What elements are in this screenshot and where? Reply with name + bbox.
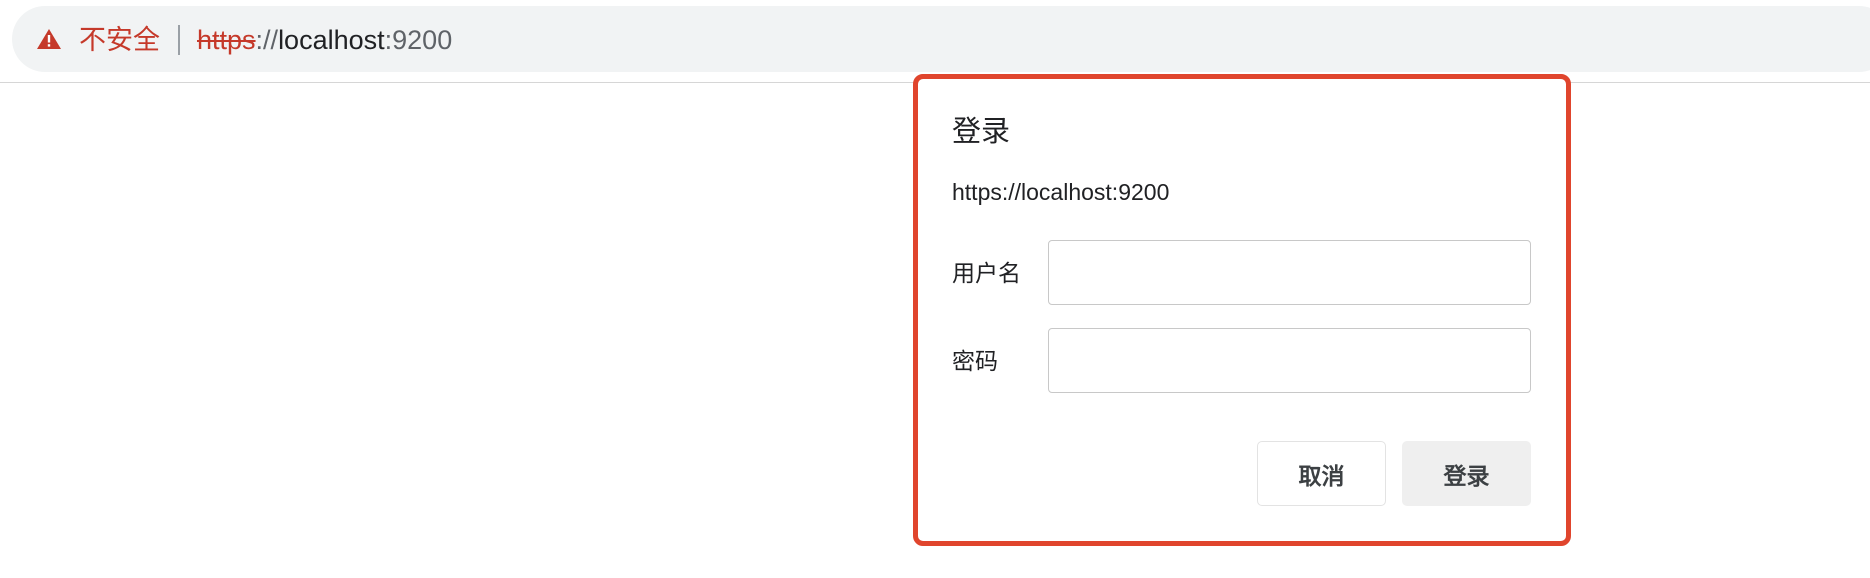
password-input[interactable] bbox=[1048, 328, 1531, 393]
security-status-label[interactable]: 不安全 bbox=[79, 25, 160, 55]
address-bar[interactable]: 不安全 https://localhost:9200 bbox=[12, 6, 1870, 72]
dialog-origin: https://localhost:9200 bbox=[952, 179, 1170, 205]
cancel-button[interactable]: 取消 bbox=[1257, 441, 1386, 506]
warning-triangle-icon[interactable] bbox=[36, 28, 62, 50]
login-dialog: 登录 https://localhost:9200 用户名 密码 取消 登录 bbox=[913, 74, 1571, 546]
url-separator: :// bbox=[255, 25, 279, 55]
dialog-title: 登录 bbox=[952, 116, 1011, 148]
password-label: 密码 bbox=[952, 348, 998, 374]
username-label: 用户名 bbox=[952, 260, 1021, 286]
url-host: localhost bbox=[278, 25, 385, 55]
url-scheme: https bbox=[197, 25, 256, 55]
url-text[interactable]: https://localhost:9200 bbox=[197, 25, 452, 55]
address-bar-divider bbox=[178, 25, 180, 55]
url-port: :9200 bbox=[384, 25, 453, 55]
login-button[interactable]: 登录 bbox=[1402, 441, 1531, 506]
username-input[interactable] bbox=[1048, 240, 1531, 305]
browser-toolbar: 不安全 https://localhost:9200 bbox=[0, 0, 1870, 83]
